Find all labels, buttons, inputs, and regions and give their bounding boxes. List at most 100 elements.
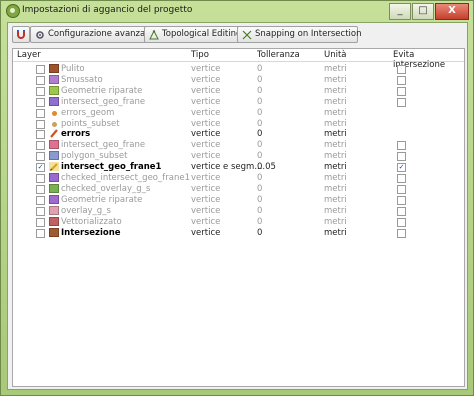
units-cell[interactable]: metri [324,151,347,161]
avoid-intersection-checkbox[interactable]: ✓ [397,163,406,173]
layer-enable-checkbox[interactable] [36,65,45,74]
layer-enable-checkbox[interactable] [36,184,45,194]
units-cell[interactable]: metri [324,64,347,74]
layer-enable-checkbox[interactable] [36,195,45,205]
units-cell[interactable]: metri [324,184,347,194]
table-row[interactable]: errors vertice 0 metri [13,129,464,140]
table-row[interactable]: overlay_g_s vertice 0 metri [13,205,464,216]
units-cell[interactable]: metri [324,173,347,183]
tolerance-cell[interactable]: 0 [257,86,262,96]
table-row[interactable]: errors_geom vertice 0 metri [13,108,464,118]
avoid-intersection-checkbox[interactable] [397,141,406,151]
avoid-intersection-checkbox[interactable] [397,97,406,107]
table-row[interactable]: Geometrie riparate vertice 0 metri [13,85,464,96]
units-cell[interactable]: metri [324,75,347,85]
tolerance-cell[interactable]: 0 [257,64,262,74]
snap-type-cell[interactable]: vertice [191,97,220,107]
snapping-magnet-button[interactable] [12,26,30,43]
snap-type-cell[interactable]: vertice [191,86,220,96]
units-cell[interactable]: metri [324,86,347,96]
avoid-intersection-checkbox[interactable] [397,206,406,216]
tolerance-cell[interactable]: 0 [257,195,262,205]
layer-enable-checkbox[interactable] [36,206,45,216]
avoid-intersection-checkbox[interactable] [397,174,406,183]
units-cell[interactable]: metri [324,108,347,118]
snapping-intersection-button[interactable]: Snapping on Intersection [237,26,361,43]
table-row[interactable]: Vettorializzato vertice 0 metri [13,216,464,227]
tolerance-cell[interactable]: 0.05 [257,162,276,172]
snap-type-cell[interactable]: vertice [191,228,220,238]
snap-type-cell[interactable]: vertice [191,184,220,194]
table-row[interactable]: points_subset vertice 0 metri [13,119,464,129]
avoid-intersection-checkbox[interactable] [397,217,406,227]
units-cell[interactable]: metri [324,206,347,216]
tolerance-cell[interactable]: 0 [257,228,262,238]
topological-editing-button[interactable]: Topological Editing [144,26,241,43]
layer-enable-checkbox[interactable] [36,119,45,129]
layer-enable-checkbox[interactable] [36,97,45,107]
table-row[interactable]: checked_overlay_g_s vertice 0 metri [13,183,464,194]
units-cell[interactable]: metri [324,195,347,205]
table-row[interactable]: Smussato vertice 0 metri [13,74,464,85]
close-button[interactable]: X [435,3,469,20]
maximize-button[interactable]: □ [412,3,434,20]
avoid-intersection-checkbox[interactable] [397,86,406,96]
avoid-intersection-checkbox[interactable] [397,152,406,162]
snap-type-cell[interactable]: vertice [191,119,220,129]
avoid-intersection-checkbox[interactable] [397,65,406,74]
layer-enable-checkbox[interactable]: ✓ [36,163,45,173]
layer-enable-checkbox[interactable] [36,174,45,183]
snap-type-cell[interactable]: vertice [191,151,220,161]
units-cell[interactable]: metri [324,228,347,238]
tolerance-cell[interactable]: 0 [257,75,262,85]
tolerance-cell[interactable]: 0 [257,151,262,161]
table-row[interactable]: intersect_geo_frane vertice 0 metri [13,140,464,151]
layer-enable-checkbox[interactable] [36,75,45,85]
units-cell[interactable]: metri [324,217,347,227]
layer-enable-checkbox[interactable] [36,108,45,118]
snap-type-cell[interactable]: vertice [191,75,220,85]
snap-type-cell[interactable]: vertice [191,195,220,205]
layer-enable-checkbox[interactable] [36,217,45,227]
tolerance-cell[interactable]: 0 [257,97,262,107]
table-row[interactable]: checked_intersect_geo_frane1 vertice 0 metr… [13,173,464,183]
table-row[interactable]: Intersezione vertice 0 metri [13,227,464,238]
layer-enable-checkbox[interactable] [36,152,45,162]
snap-type-cell[interactable]: vertice [191,140,220,150]
table-row[interactable]: intersect_geo_frane vertice 0 metri [13,96,464,107]
tolerance-cell[interactable]: 0 [257,119,262,129]
layer-enable-checkbox[interactable] [36,130,45,140]
table-row[interactable]: Geometrie riparate vertice 0 metri [13,194,464,205]
tolerance-cell[interactable]: 0 [257,108,262,118]
tolerance-cell[interactable]: 0 [257,173,262,183]
snap-type-cell[interactable]: vertice e segm... [191,162,262,172]
layer-enable-checkbox[interactable] [36,86,45,96]
layer-enable-checkbox[interactable] [36,228,45,238]
units-cell[interactable]: metri [324,129,347,139]
avoid-intersection-checkbox[interactable] [397,75,406,85]
table-row[interactable]: Pulito vertice 0 metri [13,64,464,74]
snap-type-cell[interactable]: vertice [191,217,220,227]
snap-type-cell[interactable]: vertice [191,108,220,118]
advanced-config-dropdown[interactable]: Configurazione avanzata ▾ [30,26,159,43]
snap-type-cell[interactable]: vertice [191,173,220,183]
snap-type-cell[interactable]: vertice [191,129,220,139]
snap-type-cell[interactable]: vertice [191,64,220,74]
avoid-intersection-checkbox[interactable] [397,184,406,194]
table-row[interactable]: ✓ intersect_geo_frane1 vertice e segm... 0.… [13,162,464,173]
layer-enable-checkbox[interactable] [36,141,45,151]
minimize-button[interactable]: _ [389,3,411,20]
units-cell[interactable]: metri [324,162,347,172]
units-cell[interactable]: metri [324,97,347,107]
tolerance-cell[interactable]: 0 [257,184,262,194]
units-cell[interactable]: metri [324,140,347,150]
title-bar[interactable]: Impostazioni di aggancio del progetto _ … [1,1,473,21]
table-row[interactable]: polygon_subset vertice 0 metri [13,151,464,162]
units-cell[interactable]: metri [324,119,347,129]
tolerance-cell[interactable]: 0 [257,217,262,227]
tolerance-cell[interactable]: 0 [257,129,262,139]
snap-type-cell[interactable]: vertice [191,206,220,216]
tolerance-cell[interactable]: 0 [257,206,262,216]
tolerance-cell[interactable]: 0 [257,140,262,150]
avoid-intersection-checkbox[interactable] [397,228,406,238]
